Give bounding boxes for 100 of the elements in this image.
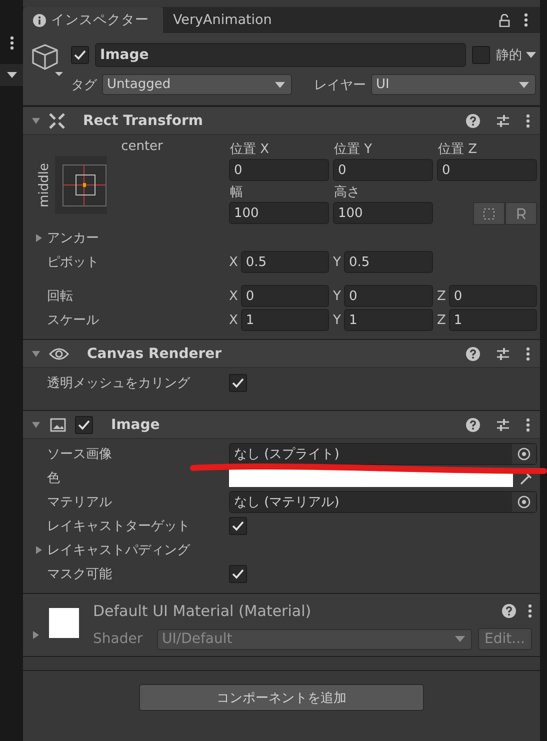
anchor-horizontal-label: center xyxy=(120,139,164,156)
static-label: 静的 xyxy=(496,47,522,64)
foldout-icon[interactable] xyxy=(31,630,41,640)
dropdown-icon xyxy=(275,82,285,88)
component-header[interactable]: Image xyxy=(23,410,540,439)
tag-dropdown[interactable]: Untagged xyxy=(102,74,292,95)
foldout-icon[interactable] xyxy=(31,116,41,126)
panel-tab[interactable]: VeryAnimation xyxy=(163,7,286,33)
foldout-icon[interactable] xyxy=(34,545,44,555)
tag-label: タグ xyxy=(71,76,97,94)
number-field[interactable]: 0 xyxy=(437,159,537,181)
more-icon[interactable] xyxy=(526,346,530,360)
axis-label: Y xyxy=(333,312,341,328)
axis-label: X xyxy=(229,288,238,304)
axis-label: X xyxy=(229,312,238,328)
enabled-checkbox[interactable] xyxy=(75,416,93,434)
component-title: Image xyxy=(111,416,160,432)
property-label: 回転 xyxy=(47,288,73,305)
sliders-icon[interactable] xyxy=(496,418,510,432)
dropdown-icon[interactable] xyxy=(6,72,16,78)
number-field[interactable]: 100 xyxy=(333,202,433,224)
dropdown-icon xyxy=(454,636,465,642)
number-field[interactable]: 1 xyxy=(344,309,433,331)
number-field[interactable]: 0.5 xyxy=(240,251,329,273)
property-label: ソース画像 xyxy=(47,446,112,463)
more-icon[interactable] xyxy=(526,418,530,432)
anchors-foldout[interactable]: アンカー xyxy=(47,229,99,247)
object-field[interactable]: なし (スプライト) xyxy=(229,443,537,465)
more-icon[interactable] xyxy=(10,36,14,50)
foldout-icon[interactable] xyxy=(31,420,41,430)
add-component-button[interactable]: コンポーネントを追加 xyxy=(139,684,424,711)
axis-label: Z xyxy=(437,312,446,328)
number-field[interactable]: 100 xyxy=(229,202,329,224)
field-label: 位置 X xyxy=(229,141,270,158)
number-field[interactable]: 0 xyxy=(448,285,537,307)
axis-label: Y xyxy=(333,254,341,270)
number-field[interactable]: 1 xyxy=(448,309,537,331)
raw-edit-icon xyxy=(515,208,527,220)
object-picker-icon[interactable] xyxy=(517,447,531,461)
property-label: マテリアル xyxy=(47,494,112,511)
more-icon[interactable] xyxy=(526,114,530,128)
panel-tab[interactable]: インスペクター xyxy=(23,7,163,33)
dashed-square-icon xyxy=(483,208,495,220)
number-field[interactable]: 1 xyxy=(240,309,329,331)
axis-label: Z xyxy=(437,288,446,304)
property-label[interactable]: レイキャストパディング xyxy=(47,541,190,559)
active-checkbox[interactable] xyxy=(71,46,89,64)
property-label: マスク可能 xyxy=(47,566,112,583)
material-preview xyxy=(49,608,79,638)
name-field[interactable]: Image xyxy=(95,43,466,67)
component-header[interactable]: Canvas Renderer xyxy=(23,339,540,368)
field-label: 位置 Y xyxy=(333,141,374,158)
cube-icon[interactable] xyxy=(29,43,63,79)
rect-transform-icon xyxy=(49,112,65,128)
foldout-icon[interactable] xyxy=(31,348,41,358)
raw-edit-button[interactable] xyxy=(505,202,537,225)
help-icon[interactable] xyxy=(466,346,480,360)
sliders-icon[interactable] xyxy=(496,346,510,360)
number-field[interactable]: 0 xyxy=(240,285,329,307)
axis-label: Y xyxy=(333,288,341,304)
checkbox[interactable] xyxy=(229,374,247,392)
anchor-preset-drawing[interactable] xyxy=(55,156,107,214)
image-icon xyxy=(49,416,67,432)
number-field[interactable]: 0 xyxy=(344,285,433,307)
layer-label: レイヤー xyxy=(314,76,366,94)
more-icon[interactable] xyxy=(524,13,528,27)
dropdown-icon[interactable] xyxy=(526,52,536,58)
axis-label: X xyxy=(229,254,238,270)
help-icon[interactable] xyxy=(466,114,480,128)
number-field[interactable]: 0 xyxy=(229,159,329,181)
property-label: ピボット xyxy=(47,254,99,271)
help-icon[interactable] xyxy=(502,604,516,618)
object-picker-icon[interactable] xyxy=(517,495,531,509)
field-label: 幅 xyxy=(229,184,244,201)
lock-icon[interactable] xyxy=(499,14,510,26)
dropdown-icon xyxy=(519,82,529,88)
component-title: Canvas Renderer xyxy=(87,346,222,362)
help-icon[interactable] xyxy=(466,418,480,432)
info-icon xyxy=(33,14,46,26)
static-checkbox[interactable] xyxy=(472,46,490,64)
blueprint-mode-button[interactable] xyxy=(473,202,505,225)
component-header[interactable]: Rect Transform xyxy=(23,106,540,135)
eye-icon xyxy=(49,346,69,360)
more-icon[interactable] xyxy=(528,604,532,618)
field-label: 高さ xyxy=(333,184,361,201)
sliders-icon[interactable] xyxy=(496,114,510,128)
property-label: レイキャストターゲット xyxy=(47,518,190,535)
shader-label: Shader xyxy=(93,631,144,647)
component-title: Rect Transform xyxy=(83,112,204,128)
number-field[interactable]: 0.5 xyxy=(344,251,433,273)
foldout-icon[interactable] xyxy=(34,233,44,243)
property-label: 色 xyxy=(47,470,60,487)
layer-dropdown[interactable]: UI xyxy=(371,74,536,95)
anchor-vertical-label: middle xyxy=(36,162,52,208)
checkbox[interactable] xyxy=(229,517,247,535)
property-label: 透明メッシュをカリング xyxy=(47,375,190,392)
property-label: スケール xyxy=(47,312,99,329)
checkbox[interactable] xyxy=(229,565,247,583)
object-field[interactable]: なし (マテリアル) xyxy=(229,491,537,513)
number-field[interactable]: 0 xyxy=(333,159,433,181)
